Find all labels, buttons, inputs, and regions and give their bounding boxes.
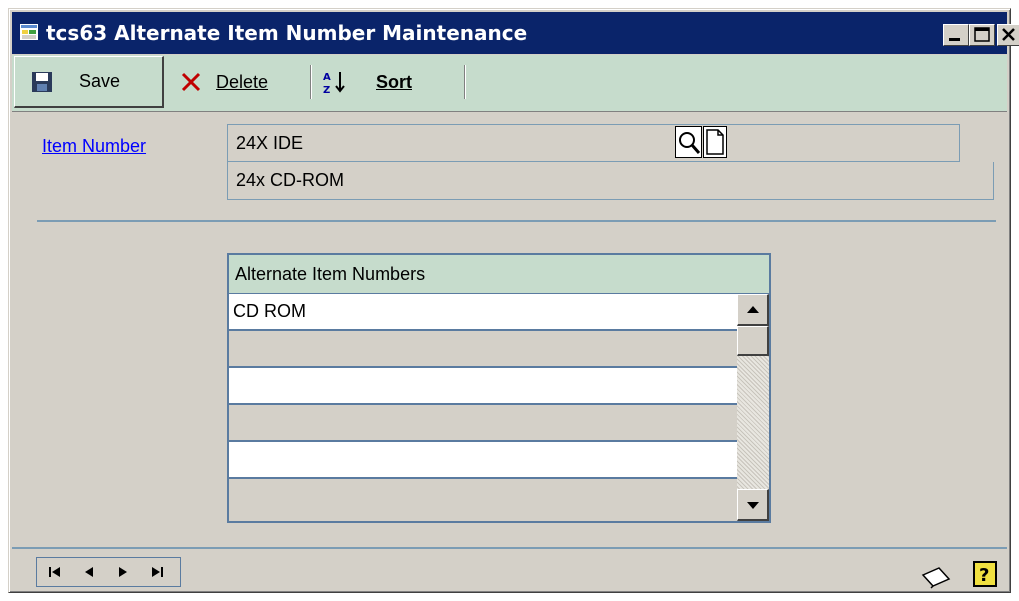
sort-button[interactable]: A Z Sort xyxy=(322,55,412,109)
save-button[interactable]: Save xyxy=(14,56,164,108)
first-record-icon[interactable] xyxy=(47,564,63,580)
close-icon xyxy=(1002,28,1015,41)
maximize-icon xyxy=(974,27,990,42)
record-navigator xyxy=(36,557,181,587)
toolbar: Save Delete A Z Sort xyxy=(12,55,1007,112)
title-bar[interactable]: tcs63 Alternate Item Number Maintenance xyxy=(12,12,1019,54)
delete-label: Delete xyxy=(216,72,268,93)
help-button[interactable]: ? xyxy=(973,561,997,587)
next-record-icon[interactable] xyxy=(115,564,131,580)
new-document-icon xyxy=(706,129,724,155)
delete-button[interactable]: Delete xyxy=(180,55,268,109)
svg-text:Z: Z xyxy=(323,85,330,95)
item-description-field: 24x CD-ROM xyxy=(227,162,994,200)
grid-scrollbar[interactable] xyxy=(737,294,769,521)
arrow-down-icon xyxy=(747,502,759,509)
magnifier-icon xyxy=(679,132,701,154)
last-record-icon[interactable] xyxy=(149,564,165,580)
toolbar-separator xyxy=(310,65,312,99)
save-label: Save xyxy=(79,71,121,91)
delete-label-text: Delete xyxy=(216,71,269,92)
grid-row[interactable]: CD ROM xyxy=(229,294,737,331)
help-icon: ? xyxy=(979,565,989,586)
minimize-button[interactable] xyxy=(943,24,969,46)
maximize-button[interactable] xyxy=(969,24,995,46)
grid-row[interactable] xyxy=(229,442,737,479)
sort-label: Sort xyxy=(376,71,412,92)
scroll-up-button[interactable] xyxy=(737,294,769,326)
grid-row[interactable] xyxy=(229,368,737,405)
floppy-disk-icon xyxy=(32,71,52,92)
minimize-icon xyxy=(949,38,960,41)
alternate-items-grid: Alternate Item Numbers CD ROM xyxy=(227,253,771,523)
scroll-down-button[interactable] xyxy=(737,489,769,521)
previous-record-icon[interactable] xyxy=(81,564,97,580)
form-divider xyxy=(37,220,996,222)
lookup-button[interactable] xyxy=(675,126,702,158)
item-number-link[interactable]: Item Number xyxy=(42,136,146,157)
delete-x-icon xyxy=(181,72,201,92)
grid-row[interactable] xyxy=(229,331,737,368)
window-icon xyxy=(20,24,38,40)
toolbar-separator-2 xyxy=(464,65,466,99)
footer-divider xyxy=(12,547,1007,549)
scroll-thumb[interactable] xyxy=(737,326,769,356)
window-title: tcs63 Alternate Item Number Maintenance xyxy=(46,21,528,45)
arrow-up-icon xyxy=(747,306,759,313)
svg-text:?: ? xyxy=(979,565,989,585)
close-button[interactable] xyxy=(997,24,1019,46)
sort-az-icon: A Z xyxy=(323,72,345,95)
grid-header: Alternate Item Numbers xyxy=(229,255,769,294)
item-number-field[interactable]: 24X IDE xyxy=(227,124,960,162)
app-window: tcs63 Alternate Item Number Maintenance … xyxy=(8,8,1019,593)
svg-text:A: A xyxy=(323,72,331,83)
grid-row[interactable] xyxy=(229,405,737,442)
note-icon[interactable] xyxy=(919,565,953,589)
grid-row[interactable] xyxy=(229,479,737,516)
new-item-button[interactable] xyxy=(703,126,727,158)
